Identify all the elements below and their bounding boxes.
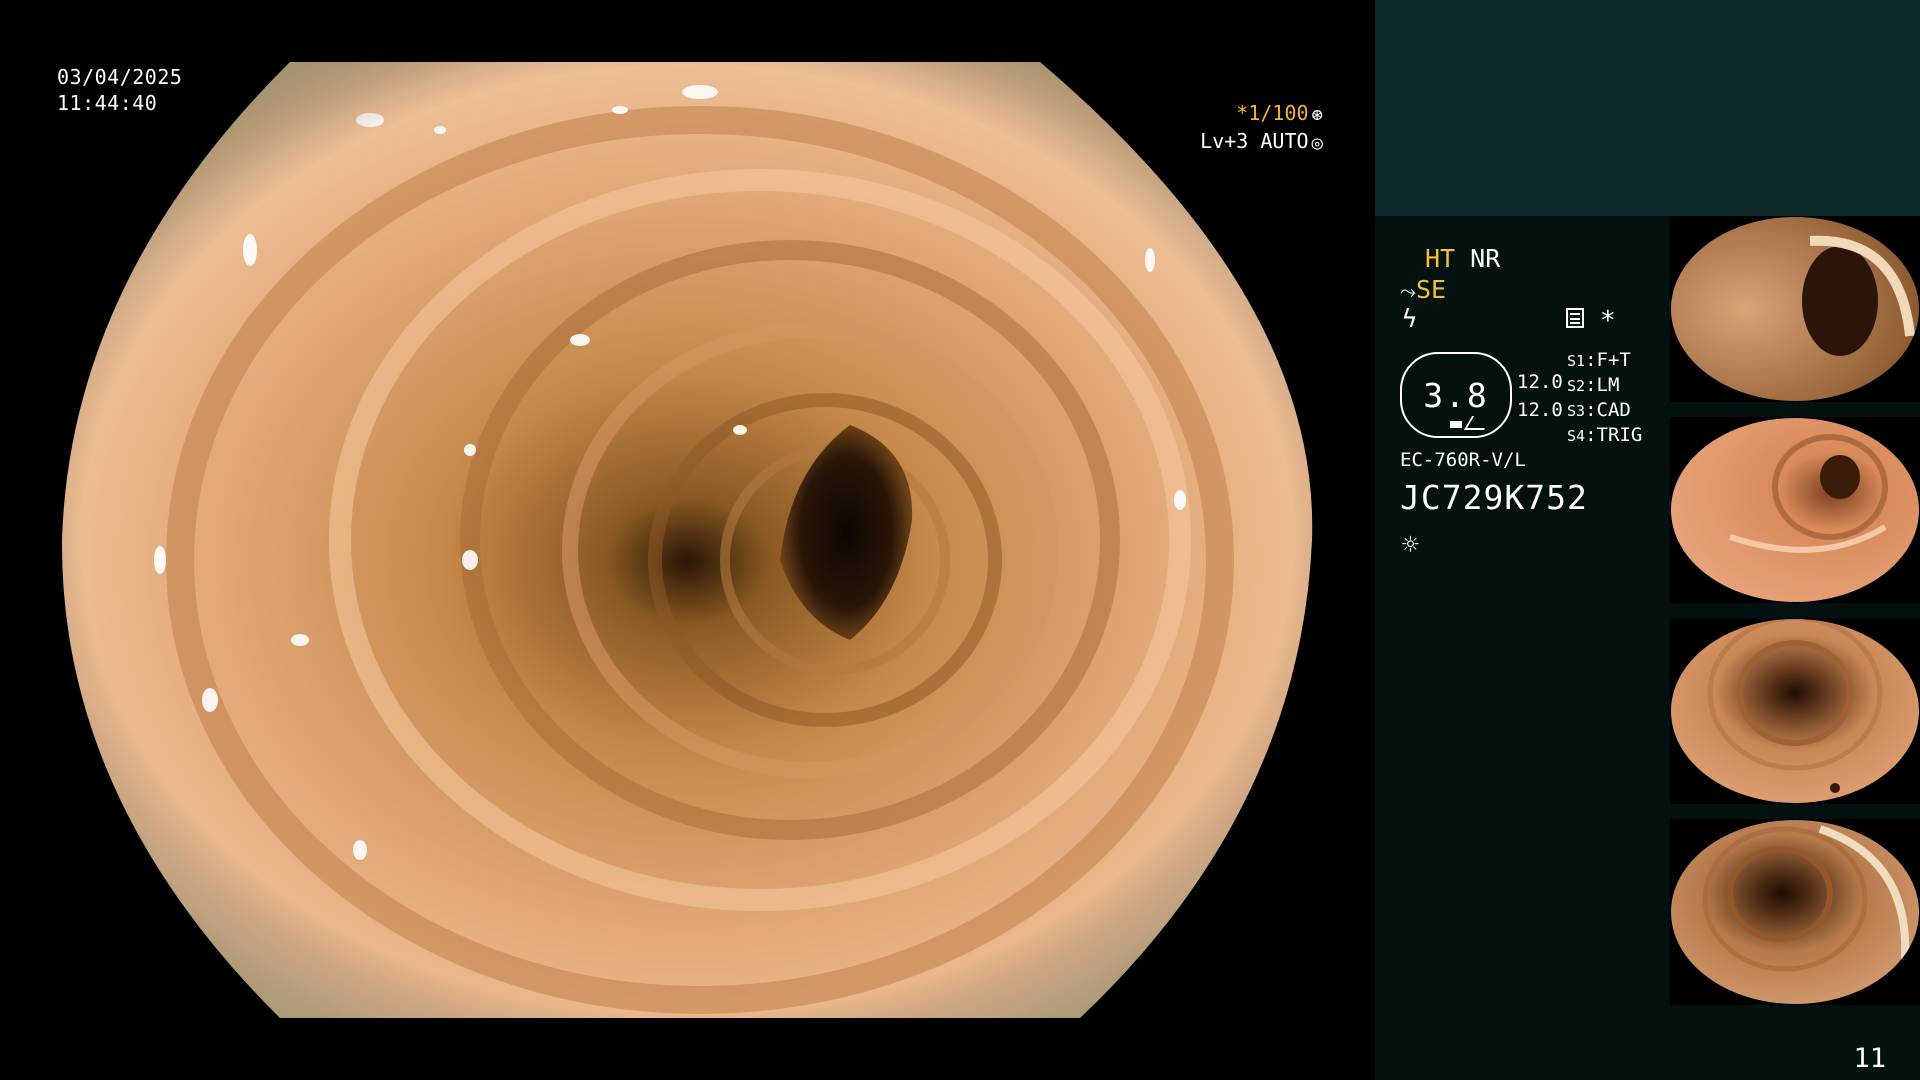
readout-1: 12.0 <box>1517 371 1563 393</box>
shutter-speed-text: *1/100 <box>1236 101 1309 125</box>
target-icon: ◎ <box>1311 132 1323 154</box>
mode-row-se: ⤳SE <box>1400 275 1446 306</box>
aperture-value: 3.8 <box>1423 376 1489 415</box>
mode-se: SE <box>1416 275 1447 304</box>
scope-model: EC-760R-V/L <box>1400 449 1526 471</box>
time-text: 11:44:40 <box>57 91 158 115</box>
scope-serial: JC729K752 <box>1400 478 1588 517</box>
endoscope-main-view: 03/04/2025 11:44:40 *1/100 ⊛ Lv+3 AUTO ◎ <box>0 0 1375 1080</box>
star-marker: * <box>1600 306 1616 336</box>
thumbnail-2[interactable] <box>1670 417 1920 603</box>
date-time-overlay: 03/04/2025 11:44:40 <box>57 64 182 116</box>
mode-row-ht-nr: HT NR <box>1425 244 1500 274</box>
exposure-level-readout: Lv+3 AUTO ◎ <box>1200 128 1323 156</box>
freeze-indicator: ϟ <box>1402 304 1417 334</box>
date-text: 03/04/2025 <box>57 65 183 89</box>
switch-list: S1:F+T S2:LM S3:CAD S4:TRIG <box>1567 348 1642 448</box>
mode-nr: NR <box>1470 244 1501 273</box>
colon-lumen-image <box>61 62 1313 1018</box>
switch-s2: S2:LM <box>1567 374 1620 396</box>
sun-icon: ☼ <box>1402 528 1419 561</box>
exposure-level-text: Lv+3 AUTO <box>1200 129 1309 153</box>
shutter-speed-readout: *1/100 ⊛ <box>1236 100 1323 128</box>
switch-s1: S1:F+T <box>1567 349 1631 371</box>
menu-icon <box>1566 308 1584 328</box>
aperture-marker <box>1450 421 1462 428</box>
info-panel-header-block <box>1375 0 1920 216</box>
aperture-gauge: 3.8 <box>1400 352 1512 438</box>
switch-s3: S3:CAD <box>1567 399 1631 421</box>
thumbnail-3[interactable] <box>1670 618 1920 804</box>
scope-icon: ⤳ <box>1400 279 1416 303</box>
thumbnail-4[interactable] <box>1670 819 1920 1005</box>
readout-2: 12.0 <box>1517 399 1563 421</box>
mode-ht: HT <box>1425 244 1456 273</box>
lightning-icon: ϟ <box>1402 304 1418 333</box>
aperture-wedge-icon <box>1463 416 1493 430</box>
thumbnail-1[interactable] <box>1670 216 1920 402</box>
frame-counter: 11 <box>1853 1043 1886 1074</box>
aperture-icon: ⊛ <box>1311 104 1323 126</box>
switch-s4: S4:TRIG <box>1567 424 1643 446</box>
